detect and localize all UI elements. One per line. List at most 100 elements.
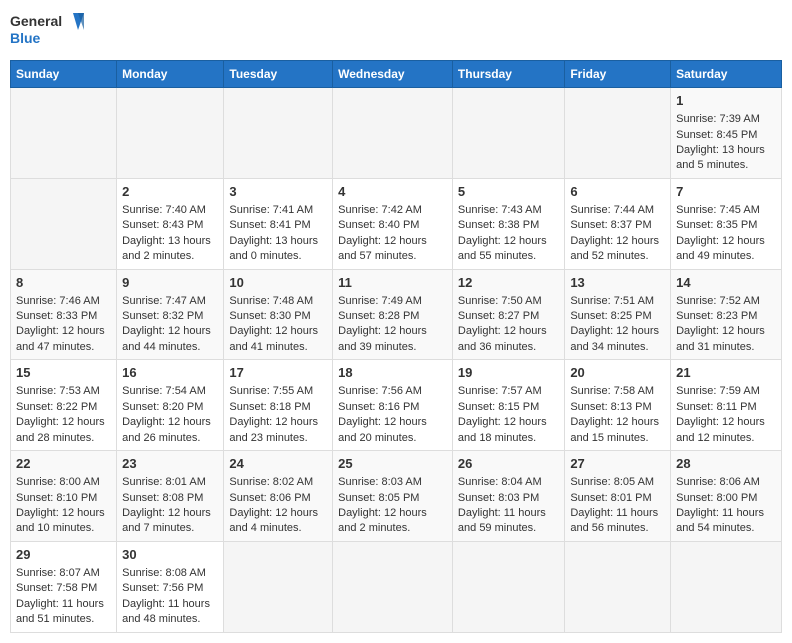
sunset-text: Sunset: 8:32 PM: [122, 309, 218, 324]
daylight-text: Daylight: 12 hours and 26 minutes.: [122, 415, 218, 446]
calendar-cell: 9Sunrise: 7:47 AMSunset: 8:32 PMDaylight…: [117, 269, 224, 360]
week-row-4: 15Sunrise: 7:53 AMSunset: 8:22 PMDayligh…: [11, 360, 782, 451]
day-number: 21: [676, 364, 776, 382]
sunset-text: Sunset: 8:35 PM: [676, 218, 776, 233]
sunset-text: Sunset: 8:41 PM: [229, 218, 327, 233]
sunset-text: Sunset: 8:23 PM: [676, 309, 776, 324]
calendar-cell: [11, 178, 117, 269]
calendar-cell: 18Sunrise: 7:56 AMSunset: 8:16 PMDayligh…: [333, 360, 453, 451]
day-number: 17: [229, 364, 327, 382]
calendar-cell: 12Sunrise: 7:50 AMSunset: 8:27 PMDayligh…: [452, 269, 564, 360]
sunset-text: Sunset: 8:38 PM: [458, 218, 559, 233]
daylight-text: Daylight: 11 hours and 54 minutes.: [676, 506, 776, 537]
day-number: 20: [570, 364, 665, 382]
sunset-text: Sunset: 8:20 PM: [122, 400, 218, 415]
sunset-text: Sunset: 8:10 PM: [16, 491, 111, 506]
sunset-text: Sunset: 8:22 PM: [16, 400, 111, 415]
logo: General Blue: [10, 10, 90, 52]
calendar-cell: 10Sunrise: 7:48 AMSunset: 8:30 PMDayligh…: [224, 269, 333, 360]
sunset-text: Sunset: 8:33 PM: [16, 309, 111, 324]
day-number: 9: [122, 274, 218, 292]
page-header: General Blue: [10, 10, 782, 52]
calendar-cell: 14Sunrise: 7:52 AMSunset: 8:23 PMDayligh…: [671, 269, 782, 360]
daylight-text: Daylight: 12 hours and 52 minutes.: [570, 234, 665, 265]
day-number: 30: [122, 546, 218, 564]
sunset-text: Sunset: 8:25 PM: [570, 309, 665, 324]
sunset-text: Sunset: 7:58 PM: [16, 581, 111, 596]
sunset-text: Sunset: 8:03 PM: [458, 491, 559, 506]
sunrise-text: Sunrise: 8:07 AM: [16, 566, 111, 581]
sunrise-text: Sunrise: 8:08 AM: [122, 566, 218, 581]
daylight-text: Daylight: 12 hours and 18 minutes.: [458, 415, 559, 446]
calendar-cell: 25Sunrise: 8:03 AMSunset: 8:05 PMDayligh…: [333, 451, 453, 542]
calendar-cell: [565, 541, 671, 632]
day-number: 23: [122, 455, 218, 473]
sunset-text: Sunset: 8:30 PM: [229, 309, 327, 324]
sunrise-text: Sunrise: 7:43 AM: [458, 203, 559, 218]
day-number: 11: [338, 274, 447, 292]
calendar-cell: [565, 88, 671, 179]
calendar-cell: [117, 88, 224, 179]
sunrise-text: Sunrise: 7:40 AM: [122, 203, 218, 218]
calendar-cell: 11Sunrise: 7:49 AMSunset: 8:28 PMDayligh…: [333, 269, 453, 360]
sunrise-text: Sunrise: 7:48 AM: [229, 294, 327, 309]
day-number: 14: [676, 274, 776, 292]
sunrise-text: Sunrise: 7:46 AM: [16, 294, 111, 309]
daylight-text: Daylight: 12 hours and 28 minutes.: [16, 415, 111, 446]
calendar-cell: [224, 88, 333, 179]
daylight-text: Daylight: 12 hours and 31 minutes.: [676, 324, 776, 355]
day-header-sunday: Sunday: [11, 61, 117, 88]
sunrise-text: Sunrise: 7:50 AM: [458, 294, 559, 309]
calendar-cell: 5Sunrise: 7:43 AMSunset: 8:38 PMDaylight…: [452, 178, 564, 269]
calendar-cell: 15Sunrise: 7:53 AMSunset: 8:22 PMDayligh…: [11, 360, 117, 451]
day-number: 3: [229, 183, 327, 201]
daylight-text: Daylight: 12 hours and 15 minutes.: [570, 415, 665, 446]
calendar-cell: 21Sunrise: 7:59 AMSunset: 8:11 PMDayligh…: [671, 360, 782, 451]
calendar-cell: 29Sunrise: 8:07 AMSunset: 7:58 PMDayligh…: [11, 541, 117, 632]
daylight-text: Daylight: 13 hours and 5 minutes.: [676, 143, 776, 174]
sunrise-text: Sunrise: 8:05 AM: [570, 475, 665, 490]
day-number: 2: [122, 183, 218, 201]
sunrise-text: Sunrise: 8:03 AM: [338, 475, 447, 490]
sunset-text: Sunset: 7:56 PM: [122, 581, 218, 596]
sunset-text: Sunset: 8:08 PM: [122, 491, 218, 506]
sunrise-text: Sunrise: 7:44 AM: [570, 203, 665, 218]
daylight-text: Daylight: 12 hours and 12 minutes.: [676, 415, 776, 446]
svg-text:General: General: [10, 13, 62, 29]
calendar-cell: 3Sunrise: 7:41 AMSunset: 8:41 PMDaylight…: [224, 178, 333, 269]
sunrise-text: Sunrise: 8:00 AM: [16, 475, 111, 490]
sunset-text: Sunset: 8:27 PM: [458, 309, 559, 324]
sunrise-text: Sunrise: 7:39 AM: [676, 112, 776, 127]
week-row-5: 22Sunrise: 8:00 AMSunset: 8:10 PMDayligh…: [11, 451, 782, 542]
calendar-cell: 20Sunrise: 7:58 AMSunset: 8:13 PMDayligh…: [565, 360, 671, 451]
calendar-cell: [224, 541, 333, 632]
sunset-text: Sunset: 8:28 PM: [338, 309, 447, 324]
logo-svg: General Blue: [10, 10, 90, 52]
daylight-text: Daylight: 11 hours and 48 minutes.: [122, 597, 218, 628]
daylight-text: Daylight: 12 hours and 20 minutes.: [338, 415, 447, 446]
day-header-tuesday: Tuesday: [224, 61, 333, 88]
sunrise-text: Sunrise: 7:42 AM: [338, 203, 447, 218]
sunset-text: Sunset: 8:45 PM: [676, 128, 776, 143]
daylight-text: Daylight: 12 hours and 2 minutes.: [338, 506, 447, 537]
daylight-text: Daylight: 13 hours and 0 minutes.: [229, 234, 327, 265]
calendar-cell: [671, 541, 782, 632]
sunset-text: Sunset: 8:15 PM: [458, 400, 559, 415]
calendar-cell: 16Sunrise: 7:54 AMSunset: 8:20 PMDayligh…: [117, 360, 224, 451]
calendar-cell: 27Sunrise: 8:05 AMSunset: 8:01 PMDayligh…: [565, 451, 671, 542]
day-number: 26: [458, 455, 559, 473]
daylight-text: Daylight: 12 hours and 10 minutes.: [16, 506, 111, 537]
sunset-text: Sunset: 8:13 PM: [570, 400, 665, 415]
sunrise-text: Sunrise: 7:57 AM: [458, 384, 559, 399]
sunrise-text: Sunrise: 8:02 AM: [229, 475, 327, 490]
calendar-cell: [452, 88, 564, 179]
day-header-saturday: Saturday: [671, 61, 782, 88]
daylight-text: Daylight: 12 hours and 41 minutes.: [229, 324, 327, 355]
daylight-text: Daylight: 12 hours and 47 minutes.: [16, 324, 111, 355]
day-number: 16: [122, 364, 218, 382]
week-row-1: 1 Sunrise: 7:39 AMSunset: 8:45 PMDaylight…: [11, 88, 782, 179]
day-number: 1: [676, 92, 776, 110]
day-number: 4: [338, 183, 447, 201]
calendar-cell: 26Sunrise: 8:04 AMSunset: 8:03 PMDayligh…: [452, 451, 564, 542]
calendar-cell: 8Sunrise: 7:46 AMSunset: 8:33 PMDaylight…: [11, 269, 117, 360]
